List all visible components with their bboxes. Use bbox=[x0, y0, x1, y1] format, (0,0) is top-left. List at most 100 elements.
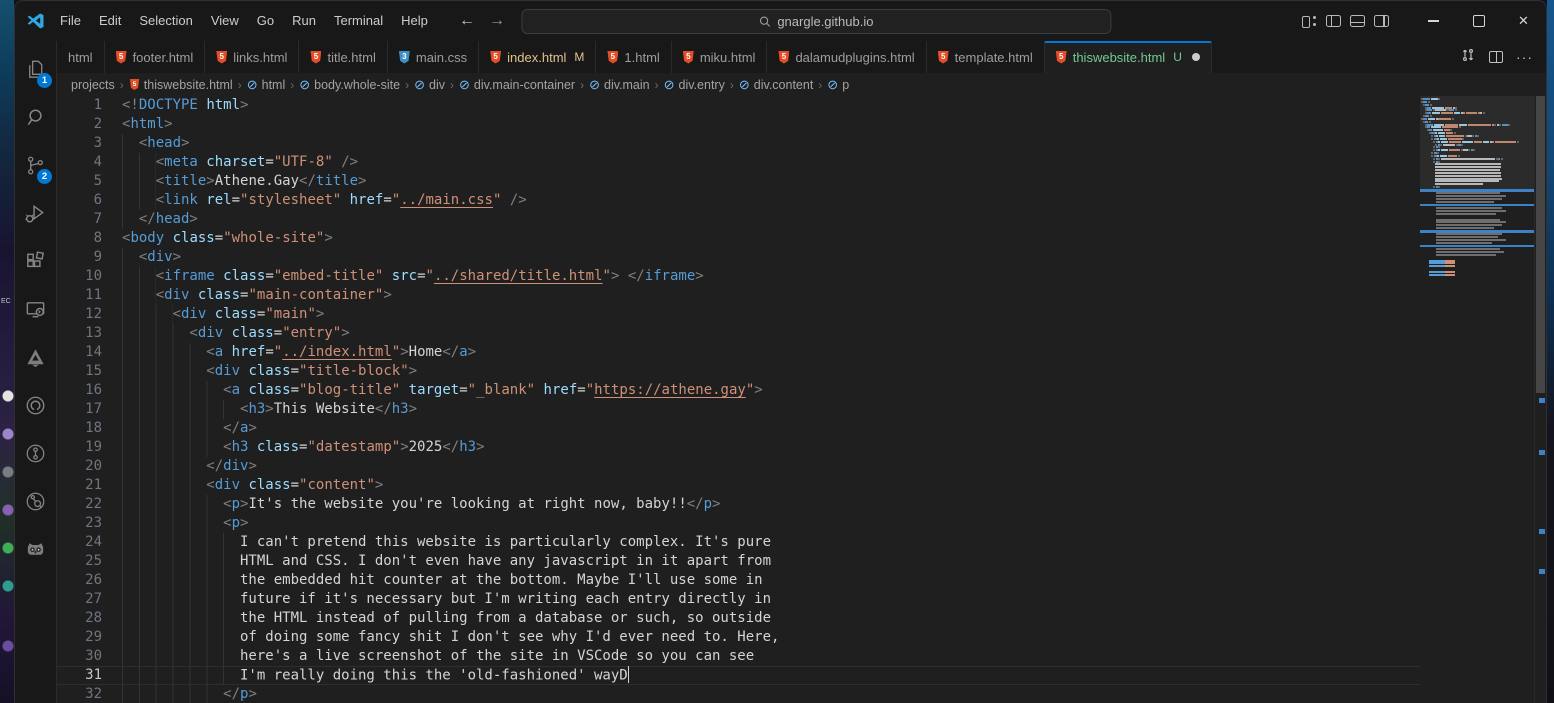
code-line-9[interactable]: 9<div> bbox=[57, 248, 1420, 267]
breadcrumb-item-div[interactable]: ⊘div bbox=[414, 78, 445, 92]
activity-gitlens[interactable] bbox=[15, 429, 56, 477]
tab-html[interactable]: html bbox=[57, 41, 105, 73]
code-line-19[interactable]: 19<h3 class="datestamp">2025</h3> bbox=[57, 438, 1420, 457]
tab-thiswebsite-html[interactable]: thiswebsite.htmlU bbox=[1045, 41, 1212, 73]
close-button[interactable]: ✕ bbox=[1501, 1, 1546, 41]
customize-layout-icon[interactable] bbox=[1302, 15, 1317, 27]
breadcrumb-item-projects[interactable]: projects bbox=[71, 78, 115, 92]
line-number[interactable]: 18 bbox=[57, 419, 102, 438]
tab-index-html[interactable]: index.htmlM bbox=[479, 41, 596, 73]
menu-run[interactable]: Run bbox=[283, 8, 325, 34]
breadcrumb-item-div-main-container[interactable]: ⊘div.main-container bbox=[459, 78, 575, 92]
line-number[interactable]: 5 bbox=[57, 172, 102, 191]
code-line-22[interactable]: 22<p>It's the website you're looking at … bbox=[57, 495, 1420, 514]
line-number[interactable]: 19 bbox=[57, 438, 102, 457]
tab-title-html[interactable]: title.html bbox=[299, 41, 387, 73]
activity-explorer[interactable]: 1 bbox=[15, 45, 56, 93]
dirty-indicator-icon[interactable] bbox=[1192, 53, 1200, 61]
line-number[interactable]: 1 bbox=[57, 96, 102, 115]
minimap[interactable] bbox=[1420, 96, 1534, 703]
line-number[interactable]: 24 bbox=[57, 533, 102, 552]
code-line-21[interactable]: 21<div class="content"> bbox=[57, 476, 1420, 495]
code-editor[interactable]: 1<!DOCTYPE html>2<html>3<head>4<meta cha… bbox=[57, 96, 1420, 703]
code-line-14[interactable]: 14<a href="../index.html">Home</a> bbox=[57, 343, 1420, 362]
code-line-24[interactable]: 24I can't pretend this website is partic… bbox=[57, 533, 1420, 552]
code-line-5[interactable]: 5<title>Athene.Gay</title> bbox=[57, 172, 1420, 191]
line-number[interactable]: 16 bbox=[57, 381, 102, 400]
line-number[interactable]: 9 bbox=[57, 248, 102, 267]
code-line-6[interactable]: 6<link rel="stylesheet" href="../main.cs… bbox=[57, 191, 1420, 210]
line-number[interactable]: 13 bbox=[57, 324, 102, 343]
line-number[interactable]: 10 bbox=[57, 267, 102, 286]
tab-dalamudplugins-html[interactable]: dalamudplugins.html bbox=[767, 41, 926, 73]
line-number[interactable]: 6 bbox=[57, 191, 102, 210]
tab-1-html[interactable]: 1.html bbox=[596, 41, 671, 73]
activity-gitlens-inspect[interactable] bbox=[15, 477, 56, 525]
line-number[interactable]: 22 bbox=[57, 495, 102, 514]
code-line-3[interactable]: 3<head> bbox=[57, 134, 1420, 153]
activity-search[interactable] bbox=[15, 93, 56, 141]
tab-links-html[interactable]: links.html bbox=[205, 41, 299, 73]
tab-template-html[interactable]: template.html bbox=[927, 41, 1045, 73]
code-line-28[interactable]: 28the HTML instead of pulling from a dat… bbox=[57, 609, 1420, 628]
more-actions-icon[interactable]: ··· bbox=[1516, 49, 1533, 65]
line-number[interactable]: 8 bbox=[57, 229, 102, 248]
line-number[interactable]: 31 bbox=[57, 666, 102, 685]
code-line-25[interactable]: 25HTML and CSS. I don't even have any ja… bbox=[57, 552, 1420, 571]
code-line-4[interactable]: 4<meta charset="UTF-8" /> bbox=[57, 153, 1420, 172]
menu-go[interactable]: Go bbox=[248, 8, 283, 34]
menu-terminal[interactable]: Terminal bbox=[325, 8, 392, 34]
code-line-2[interactable]: 2<html> bbox=[57, 115, 1420, 134]
tab-miku-html[interactable]: miku.html bbox=[672, 41, 768, 73]
maximize-button[interactable] bbox=[1456, 1, 1501, 41]
code-line-32[interactable]: 32</p> bbox=[57, 685, 1420, 703]
activity-remote-explorer[interactable] bbox=[15, 285, 56, 333]
line-number[interactable]: 28 bbox=[57, 609, 102, 628]
line-number[interactable]: 15 bbox=[57, 362, 102, 381]
code-line-10[interactable]: 10<iframe class="embed-title" src="../sh… bbox=[57, 267, 1420, 286]
open-changes-icon[interactable] bbox=[1460, 47, 1476, 68]
line-number[interactable]: 11 bbox=[57, 286, 102, 305]
tab-main-css[interactable]: main.css bbox=[388, 41, 479, 73]
line-number[interactable]: 14 bbox=[57, 343, 102, 362]
command-center[interactable]: gnargle.github.io bbox=[521, 9, 1111, 34]
code-line-26[interactable]: 26the embedded hit counter at the bottom… bbox=[57, 571, 1420, 590]
breadcrumb-item-div-main[interactable]: ⊘div.main bbox=[589, 78, 650, 92]
line-number[interactable]: 21 bbox=[57, 476, 102, 495]
line-number[interactable]: 17 bbox=[57, 400, 102, 419]
nav-forward-icon[interactable]: → bbox=[489, 12, 505, 30]
activity-github[interactable] bbox=[15, 381, 56, 429]
line-number[interactable]: 3 bbox=[57, 134, 102, 153]
activity-extensions[interactable] bbox=[15, 237, 56, 285]
vertical-scrollbar[interactable] bbox=[1534, 96, 1546, 703]
breadcrumb-item-body-whole-site[interactable]: ⊘body.whole-site bbox=[299, 78, 400, 92]
code-line-11[interactable]: 11<div class="main-container"> bbox=[57, 286, 1420, 305]
toggle-primary-sidebar-icon[interactable] bbox=[1326, 15, 1341, 27]
code-line-15[interactable]: 15<div class="title-block"> bbox=[57, 362, 1420, 381]
line-number[interactable]: 29 bbox=[57, 628, 102, 647]
code-line-12[interactable]: 12<div class="main"> bbox=[57, 305, 1420, 324]
line-number[interactable]: 32 bbox=[57, 685, 102, 703]
activity-godot-tools[interactable] bbox=[15, 525, 56, 573]
menu-help[interactable]: Help bbox=[392, 8, 437, 34]
code-line-17[interactable]: 17<h3>This Website</h3> bbox=[57, 400, 1420, 419]
code-line-23[interactable]: 23<p> bbox=[57, 514, 1420, 533]
line-number[interactable]: 20 bbox=[57, 457, 102, 476]
line-number[interactable]: 27 bbox=[57, 590, 102, 609]
line-number[interactable]: 4 bbox=[57, 153, 102, 172]
code-line-31[interactable]: 31I'm really doing this the 'old-fashion… bbox=[57, 666, 1420, 685]
line-number[interactable]: 12 bbox=[57, 305, 102, 324]
toggle-panel-icon[interactable] bbox=[1350, 15, 1365, 27]
activity-run-debug[interactable] bbox=[15, 189, 56, 237]
code-line-8[interactable]: 8<body class="whole-site"> bbox=[57, 229, 1420, 248]
line-number[interactable]: 7 bbox=[57, 210, 102, 229]
line-number[interactable]: 26 bbox=[57, 571, 102, 590]
menu-file[interactable]: File bbox=[51, 8, 90, 34]
menu-view[interactable]: View bbox=[202, 8, 248, 34]
minimize-button[interactable] bbox=[1411, 1, 1456, 41]
split-editor-icon[interactable] bbox=[1489, 51, 1503, 63]
line-number[interactable]: 23 bbox=[57, 514, 102, 533]
code-line-7[interactable]: 7</head> bbox=[57, 210, 1420, 229]
code-line-27[interactable]: 27future if it's necessary but I'm writi… bbox=[57, 590, 1420, 609]
breadcrumb-item-p[interactable]: ⊘p bbox=[827, 78, 849, 92]
